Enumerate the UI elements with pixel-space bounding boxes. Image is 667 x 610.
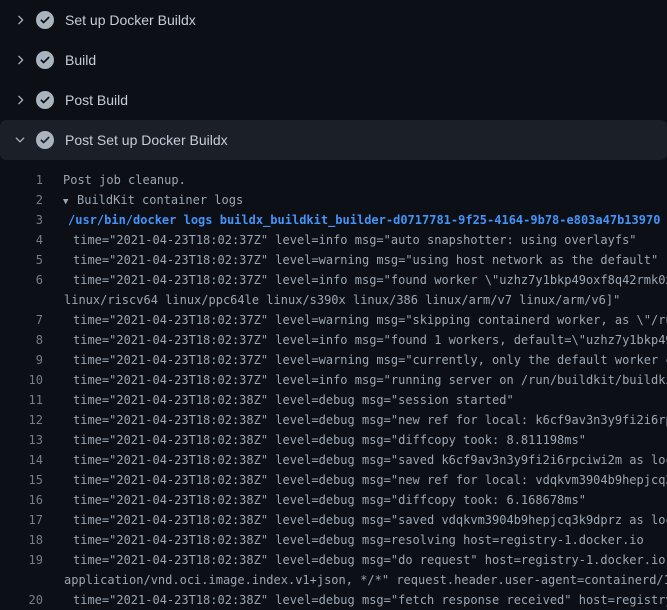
log-line: 16 time="2021-04-23T18:02:38Z" level=deb…: [0, 490, 667, 510]
log-line: 15 time="2021-04-23T18:02:38Z" level=deb…: [0, 470, 667, 490]
step-row-set-up-docker-buildx[interactable]: Set up Docker Buildx: [0, 0, 667, 40]
log-line: 9 time="2021-04-23T18:02:37Z" level=warn…: [0, 350, 667, 370]
line-number[interactable]: 10: [0, 370, 43, 390]
group-label[interactable]: BuildKit container logs: [77, 193, 243, 207]
check-circle-icon: [36, 91, 54, 109]
log-text: time="2021-04-23T18:02:37Z" level=info m…: [73, 230, 637, 250]
line-number: [0, 290, 43, 310]
step-label: Post Set up Docker Buildx: [65, 132, 228, 148]
log-text: time="2021-04-23T18:02:38Z" level=debug …: [73, 390, 514, 410]
line-number[interactable]: 4: [0, 230, 43, 250]
log-text: time="2021-04-23T18:02:38Z" level=debug …: [73, 550, 667, 570]
log-text: time="2021-04-23T18:02:38Z" level=debug …: [73, 590, 667, 610]
line-number[interactable]: 20: [0, 590, 43, 610]
line-number[interactable]: 8: [0, 330, 43, 350]
log-text: linux/riscv64 linux/ppc64le linux/s390x …: [64, 290, 620, 310]
log-output: 1 Post job cleanup. 2 ▼BuildKit containe…: [0, 160, 667, 610]
log-text: time="2021-04-23T18:02:37Z" level=info m…: [73, 270, 667, 290]
log-line: 18 time="2021-04-23T18:02:38Z" level=deb…: [0, 530, 667, 550]
log-text: time="2021-04-23T18:02:37Z" level=warnin…: [73, 350, 667, 370]
line-number[interactable]: 3: [0, 210, 43, 230]
line-number[interactable]: 14: [0, 450, 43, 470]
line-number[interactable]: 1: [0, 170, 43, 190]
log-text: time="2021-04-23T18:02:37Z" level=info m…: [73, 370, 667, 390]
line-number[interactable]: 18: [0, 530, 43, 550]
log-line: 19 time="2021-04-23T18:02:38Z" level=deb…: [0, 550, 667, 570]
step-label: Build: [65, 52, 96, 68]
log-line: 2 ▼BuildKit container logs: [0, 190, 667, 210]
check-circle-icon: [36, 131, 54, 149]
line-number[interactable]: 6: [0, 270, 43, 290]
line-number[interactable]: 12: [0, 410, 43, 430]
log-line: 3 /usr/bin/docker logs buildx_buildkit_b…: [0, 210, 667, 230]
step-label: Set up Docker Buildx: [65, 12, 196, 28]
log-line: 20 time="2021-04-23T18:02:38Z" level=deb…: [0, 590, 667, 610]
log-line: 5 time="2021-04-23T18:02:37Z" level=warn…: [0, 250, 667, 270]
log-line: application/vnd.oci.image.index.v1+json,…: [0, 570, 667, 590]
chevron-down-icon: [13, 133, 29, 147]
log-line: 4 time="2021-04-23T18:02:37Z" level=info…: [0, 230, 667, 250]
log-text: time="2021-04-23T18:02:38Z" level=debug …: [73, 410, 667, 430]
line-number[interactable]: 19: [0, 550, 43, 570]
line-number[interactable]: 11: [0, 390, 43, 410]
log-line: 14 time="2021-04-23T18:02:38Z" level=deb…: [0, 450, 667, 470]
log-line: linux/riscv64 linux/ppc64le linux/s390x …: [0, 290, 667, 310]
line-number[interactable]: 15: [0, 470, 43, 490]
chevron-right-icon: [13, 53, 29, 67]
steps-list: Set up Docker Buildx Build Post Build Po…: [0, 0, 667, 160]
log-text: time="2021-04-23T18:02:38Z" level=debug …: [73, 430, 586, 450]
log-text: time="2021-04-23T18:02:38Z" level=debug …: [73, 490, 586, 510]
line-number[interactable]: 7: [0, 310, 43, 330]
chevron-right-icon: [13, 93, 29, 107]
step-row-post-set-up-docker-buildx[interactable]: Post Set up Docker Buildx: [0, 120, 667, 160]
step-label: Post Build: [65, 92, 128, 108]
log-line: 13 time="2021-04-23T18:02:38Z" level=deb…: [0, 430, 667, 450]
check-circle-icon: [36, 51, 54, 69]
step-row-build[interactable]: Build: [0, 40, 667, 80]
log-text: time="2021-04-23T18:02:38Z" level=debug …: [73, 510, 667, 530]
chevron-right-icon: [13, 13, 29, 27]
log-line: 12 time="2021-04-23T18:02:38Z" level=deb…: [0, 410, 667, 430]
check-circle-icon: [36, 11, 54, 29]
log-text: time="2021-04-23T18:02:38Z" level=debug …: [73, 450, 667, 470]
log-text: ▼BuildKit container logs: [63, 190, 243, 210]
log-line: 6 time="2021-04-23T18:02:37Z" level=info…: [0, 270, 667, 290]
step-row-post-build[interactable]: Post Build: [0, 80, 667, 120]
log-text: /usr/bin/docker logs buildx_buildkit_bui…: [68, 210, 660, 230]
log-line: 1 Post job cleanup.: [0, 170, 667, 190]
log-line: 11 time="2021-04-23T18:02:38Z" level=deb…: [0, 390, 667, 410]
log-line: 8 time="2021-04-23T18:02:37Z" level=info…: [0, 330, 667, 350]
log-text: Post job cleanup.: [63, 170, 186, 190]
log-text: time="2021-04-23T18:02:37Z" level=warnin…: [73, 250, 658, 270]
log-text: time="2021-04-23T18:02:37Z" level=info m…: [73, 330, 667, 350]
log-line: 17 time="2021-04-23T18:02:38Z" level=deb…: [0, 510, 667, 530]
log-text: time="2021-04-23T18:02:38Z" level=debug …: [73, 530, 644, 550]
line-number[interactable]: 17: [0, 510, 43, 530]
log-line: 10 time="2021-04-23T18:02:37Z" level=inf…: [0, 370, 667, 390]
log-line: 7 time="2021-04-23T18:02:37Z" level=warn…: [0, 310, 667, 330]
line-number: [0, 570, 43, 590]
log-text: time="2021-04-23T18:02:37Z" level=warnin…: [73, 310, 667, 330]
log-text: application/vnd.oci.image.index.v1+json,…: [64, 570, 667, 590]
line-number[interactable]: 5: [0, 250, 43, 270]
line-number[interactable]: 2: [0, 190, 43, 210]
collapse-triangle-icon[interactable]: ▼: [63, 192, 77, 210]
log-text: time="2021-04-23T18:02:38Z" level=debug …: [73, 470, 667, 490]
line-number[interactable]: 13: [0, 430, 43, 450]
line-number[interactable]: 9: [0, 350, 43, 370]
line-number[interactable]: 16: [0, 490, 43, 510]
